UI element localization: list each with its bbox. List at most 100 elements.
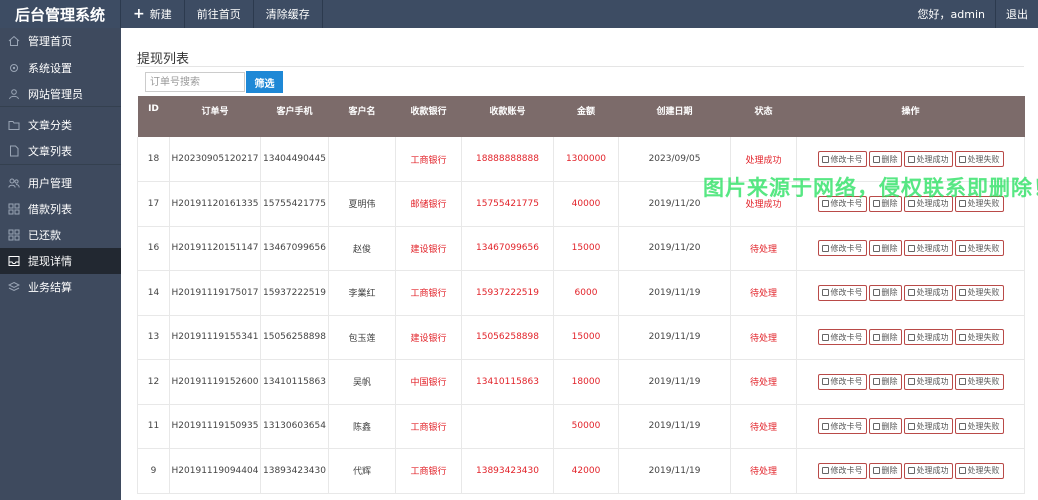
sidebar-item-9[interactable]: 业务结算 [0,274,121,300]
mark-fail-button[interactable]: 处理失败 [954,240,1004,257]
gear-icon [8,62,20,74]
op-label: 处理成功 [916,243,949,253]
mark-fail-button[interactable]: 处理失败 [954,329,1004,346]
mark-fail-button[interactable]: 处理失败 [954,284,1004,301]
edit-card-button[interactable]: 修改卡号 [817,151,867,167]
clear-cache-button[interactable]: 清除缓存 [254,0,323,28]
edit-card-button[interactable]: 修改卡号 [817,373,867,390]
new-label: 新建 [149,8,172,21]
table-cell: 赵俊 [328,226,396,271]
op-label: 处理失败 [967,288,1000,298]
sidebar-item-1[interactable]: 系统设置 [0,55,121,81]
sidebar-item-3[interactable]: 文章分类 [0,112,121,138]
table-cell: 2019/11/19 [618,315,731,360]
check-icon [907,378,915,386]
table-cell: 2019/11/20 [618,181,731,227]
table-cell: 邮储银行 [395,181,462,227]
table-cell: 中国银行 [395,359,462,405]
main-content: 提现列表 筛选 ID订单号客户手机客户名收款银行收款账号金额创建日期状态操作 1… [121,28,1038,500]
delete-button[interactable]: 删除 [868,418,902,435]
table-cell: 13893423430 [260,448,329,494]
mark-success-button[interactable]: 处理成功 [903,240,953,257]
op-label: 修改卡号 [830,332,863,342]
mark-fail-button[interactable]: 处理失败 [954,373,1004,390]
sidebar-item-7[interactable]: 已还款 [0,222,121,248]
table-cell: 13467099656 [260,226,329,271]
table-cell: 吴帆 [328,359,396,405]
top-bar: 后台管理系统 + 新建 前往首页 清除缓存 您好，admin 退出 [0,0,1038,28]
edit-card-button[interactable]: 修改卡号 [817,329,867,346]
table-cell: 18888888888 [461,137,554,182]
ops-cell: 修改卡号 删除 处理成功 处理失败 [796,181,1025,227]
sidebar-item-0[interactable]: 管理首页 [0,28,121,54]
sidebar-item-5[interactable]: 用户管理 [0,170,121,196]
logout-button[interactable]: 退出 [996,0,1038,28]
table-cell: H20191120161335 [169,181,261,227]
table-cell: H20191120151147 [169,226,261,271]
edit-card-button[interactable]: 修改卡号 [817,418,867,435]
delete-button[interactable]: 删除 [868,240,902,257]
check-icon [958,467,966,475]
table-cell: 1300000 [553,137,619,182]
op-label: 删除 [881,199,898,209]
sidebar-item-label: 业务结算 [28,281,72,294]
table-cell: 夏明伟 [328,181,396,227]
mark-fail-button[interactable]: 处理失败 [954,462,1004,479]
mark-fail-button[interactable]: 处理失败 [954,418,1004,435]
delete-button[interactable]: 删除 [868,284,902,301]
table-cell: H20191119152600 [169,359,261,405]
ops-cell: 修改卡号 删除 处理成功 处理失败 [796,137,1025,182]
sidebar-item-2[interactable]: 网站管理员 [0,81,121,107]
delete-button[interactable]: 删除 [868,462,902,479]
check-icon [907,244,915,252]
table-cell: 13893423430 [461,448,554,494]
table-cell: 15937222519 [461,270,554,316]
edit-card-button[interactable]: 修改卡号 [817,240,867,257]
table-cell: 2019/11/19 [618,270,731,316]
table-cell: 处理成功 [730,137,797,182]
sidebar-item-label: 文章列表 [28,145,72,158]
new-button[interactable]: + 新建 [121,0,185,28]
mark-fail-button[interactable]: 处理失败 [954,151,1004,167]
goto-home-button[interactable]: 前往首页 [185,0,254,28]
mark-success-button[interactable]: 处理成功 [903,418,953,435]
mark-success-button[interactable]: 处理成功 [903,195,953,212]
delete-button[interactable]: 删除 [868,195,902,212]
trash-icon [872,289,880,297]
op-label: 修改卡号 [830,288,863,298]
op-label: 删除 [881,288,898,298]
column-header: 收款账号 [461,96,554,137]
mark-success-button[interactable]: 处理成功 [903,329,953,346]
sidebar-item-6[interactable]: 借款列表 [0,196,121,222]
op-label: 删除 [881,243,898,253]
mark-success-button[interactable]: 处理成功 [903,462,953,479]
trash-icon [872,333,880,341]
ops-cell: 修改卡号 删除 处理成功 处理失败 [796,404,1025,449]
delete-button[interactable]: 删除 [868,151,902,167]
delete-button[interactable]: 删除 [868,373,902,390]
edit-icon [821,378,829,386]
mark-success-button[interactable]: 处理成功 [903,373,953,390]
table-cell: 13467099656 [461,226,554,271]
mark-success-button[interactable]: 处理成功 [903,284,953,301]
table-cell: 15937222519 [260,270,329,316]
column-header: 客户手机 [260,96,329,137]
check-icon [907,422,915,430]
table-cell: H20191119155341 [169,315,261,360]
table-row: 13 H20191119155341 15056258898 包玉莲 建设银行 15056… [137,315,1025,360]
table-cell: 40000 [553,181,619,227]
mark-success-button[interactable]: 处理成功 [903,151,953,167]
sidebar-item-4[interactable]: 文章列表 [0,138,121,164]
filter-button[interactable]: 筛选 [246,71,283,93]
sidebar-item-label: 网站管理员 [28,88,83,101]
edit-card-button[interactable]: 修改卡号 [817,284,867,301]
delete-button[interactable]: 删除 [868,329,902,346]
table-cell: 待处理 [730,448,797,494]
sidebar-item-label: 系统设置 [28,62,72,75]
edit-card-button[interactable]: 修改卡号 [817,462,867,479]
sidebar-item-8[interactable]: 提现详情 [0,248,121,274]
edit-card-button[interactable]: 修改卡号 [817,195,867,212]
mark-fail-button[interactable]: 处理失败 [954,195,1004,212]
search-input[interactable] [145,72,245,92]
home-icon [8,35,20,47]
